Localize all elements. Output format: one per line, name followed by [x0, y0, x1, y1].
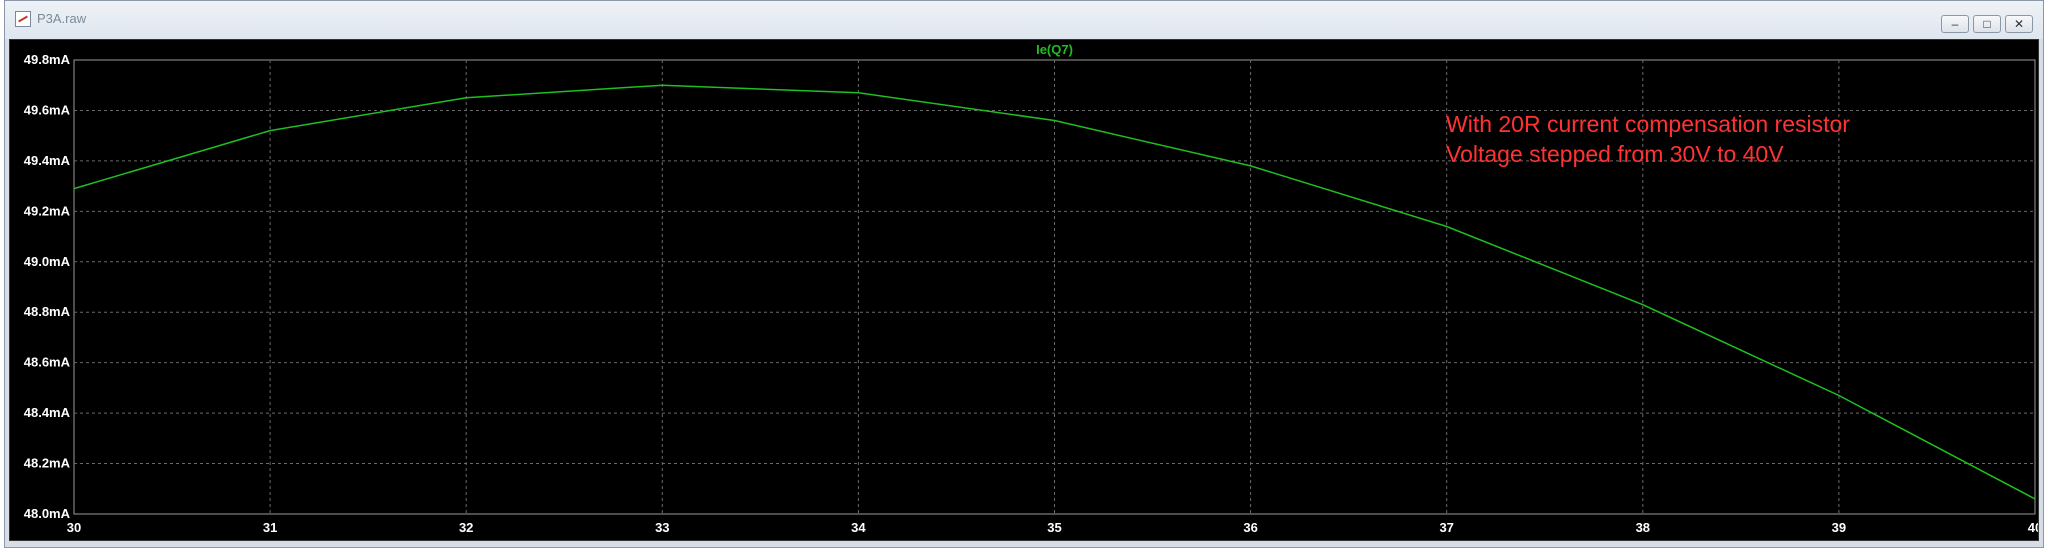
close-button[interactable]: ✕	[2005, 15, 2033, 33]
y-tick-label: 48.4mA	[24, 405, 71, 420]
x-tick-label: 30	[67, 520, 81, 535]
title-bar[interactable]: P3A.raw – □ ✕	[5, 1, 2043, 39]
y-tick-label: 49.0mA	[24, 254, 71, 269]
x-tick-label: 38	[1636, 520, 1650, 535]
y-tick-label: 48.0mA	[24, 506, 71, 521]
y-tick-label: 48.8mA	[24, 304, 71, 319]
x-tick-label: 32	[459, 520, 473, 535]
plot-window: P3A.raw – □ ✕ 30 31 32 33 34 35 36 37 38 39 40 49.8…	[4, 0, 2044, 548]
y-tick-label: 49.2mA	[24, 203, 71, 218]
minimize-button[interactable]: –	[1941, 15, 1969, 33]
x-tick-label: 40	[2028, 520, 2038, 535]
x-tick-label: 31	[263, 520, 277, 535]
legend-entry-ie-q7[interactable]: Ie(Q7)	[1036, 42, 1073, 57]
y-tick-label: 48.2mA	[24, 456, 71, 471]
y-tick-label: 48.6mA	[24, 355, 71, 370]
y-tick-label: 49.6mA	[24, 102, 71, 117]
x-tick-label: 39	[1832, 520, 1846, 535]
maximize-button[interactable]: □	[1973, 15, 2001, 33]
annotation-line-1: With 20R current compensation resistor	[1446, 111, 1850, 137]
legend-layer: Ie(Q7)	[1036, 42, 1073, 57]
annotation-line-2: Voltage stepped from 30V to 40V	[1446, 141, 1784, 167]
waveform-chart[interactable]: 30 31 32 33 34 35 36 37 38 39 40 49.8mA 49.6mA 49.4mA…	[10, 40, 2038, 540]
y-tick-label: 49.8mA	[24, 52, 71, 67]
x-tick-label: 35	[1047, 520, 1061, 535]
x-tick-label: 34	[851, 520, 866, 535]
x-tick-label: 33	[655, 520, 669, 535]
plot-pane[interactable]: 30 31 32 33 34 35 36 37 38 39 40 49.8mA 49.6mA 49.4mA…	[9, 39, 2039, 541]
waveform-file-icon	[15, 11, 31, 27]
y-tick-label: 49.4mA	[24, 153, 71, 168]
window-title: P3A.raw	[37, 11, 87, 26]
x-tick-label: 37	[1439, 520, 1453, 535]
x-tick-label: 36	[1243, 520, 1257, 535]
